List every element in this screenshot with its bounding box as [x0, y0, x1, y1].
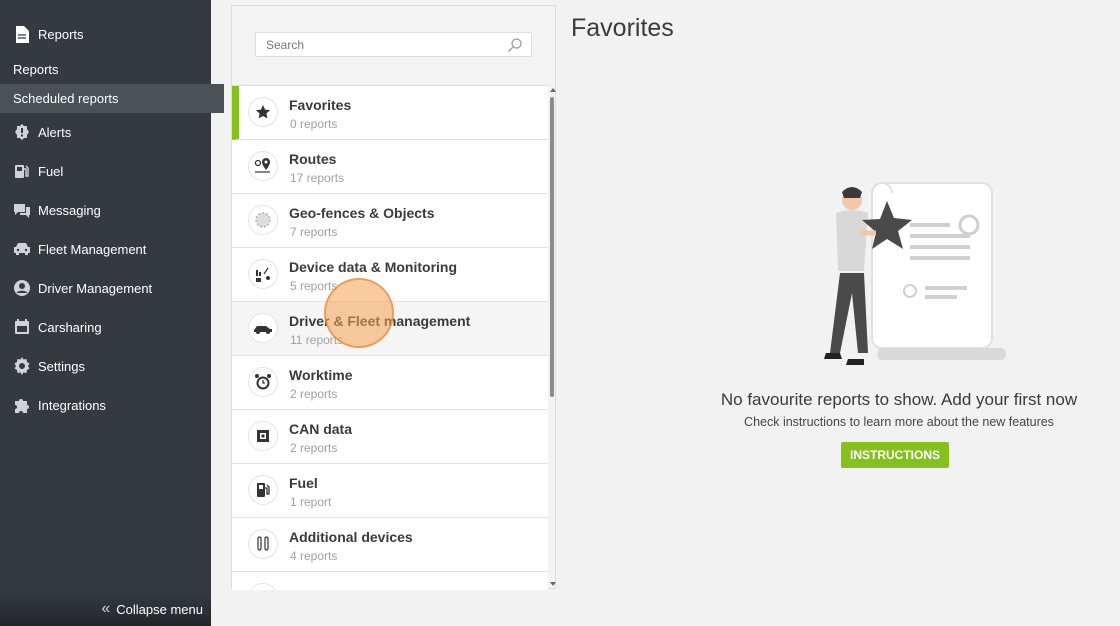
category-row-device-data[interactable]: Device data & Monitoring 5 reports [232, 248, 548, 302]
category-row-can-data[interactable]: CAN data 2 reports [232, 410, 548, 464]
sidebar-item-label: Carsharing [38, 319, 102, 335]
category-title: CAN data [289, 421, 353, 437]
sidebar-item-label: Messaging [38, 202, 101, 218]
car-icon [13, 240, 31, 258]
empty-state-subtitle: Check instructions to learn more about t… [744, 415, 1054, 429]
category-row-worktime[interactable]: Worktime 2 reports [232, 356, 548, 410]
category-count: 1 report [290, 495, 332, 509]
category-count: 7 reports [290, 225, 338, 239]
category-row-additional-devices[interactable]: Additional devices 4 reports [232, 518, 548, 572]
category-count: 0 reports [290, 117, 338, 131]
messaging-icon [13, 201, 31, 219]
search-box [255, 32, 532, 57]
sidebar-item-alerts[interactable]: Alerts [0, 117, 211, 147]
sidebar-item-messaging[interactable]: Messaging [0, 195, 211, 225]
category-title: Routes [289, 151, 337, 167]
sidebar-item-driver-management[interactable]: Driver Management [0, 273, 211, 303]
star-icon [248, 97, 278, 127]
puzzle-icon [13, 396, 31, 414]
user-icon [13, 279, 31, 297]
category-list: Favorites 0 reports Routes 17 reports Ge… [232, 85, 549, 590]
map-pin-icon [248, 151, 278, 181]
collapse-menu-label: Collapse menu [116, 601, 203, 617]
sidebar-item-carsharing[interactable]: Carsharing [0, 312, 211, 342]
double-chevron-left-icon: « [101, 600, 111, 617]
clock-icon [248, 367, 278, 397]
sidebar-subitem-scheduled-reports[interactable]: Scheduled reports [0, 84, 224, 113]
category-icon [248, 583, 278, 590]
category-count: 4 reports [290, 549, 338, 563]
grid-icon[interactable] [14, 0, 30, 4]
category-title: Worktime [289, 367, 353, 383]
calendar-icon [13, 318, 31, 336]
sidebar-item-label: Fuel [38, 163, 64, 179]
geofence-icon [248, 205, 278, 235]
sidebar-subitem-label: Reports [13, 61, 59, 77]
search-icon[interactable] [507, 37, 523, 53]
category-title: Fuel [289, 475, 318, 491]
category-count: 2 reports [290, 441, 338, 455]
scroll-down-icon[interactable] [549, 581, 557, 587]
empty-favorites-illustration [824, 182, 1006, 365]
fleet-car-icon [248, 313, 278, 343]
sidebar-item-label: Driver Management [38, 280, 153, 296]
sidebar-item-reports[interactable]: Reports [0, 19, 211, 49]
report-categories-panel: Favorites 0 reports Routes 17 reports Ge… [231, 5, 557, 590]
page-title: Favorites [571, 14, 674, 42]
collapse-menu-button[interactable]: « Collapse menu [0, 592, 211, 626]
sidebar-item-label: Settings [38, 358, 85, 374]
gear-icon [13, 357, 31, 375]
sidebar: Reports Reports Scheduled reports Alerts… [0, 0, 224, 626]
fuel-pump-icon [248, 475, 278, 505]
scroll-up-icon[interactable] [549, 87, 557, 93]
category-row-partial[interactable] [232, 572, 548, 590]
sidebar-item-fuel[interactable]: Fuel [0, 156, 211, 186]
sidebar-item-fleet-management[interactable]: Fleet Management [0, 234, 211, 264]
category-row-geofences[interactable]: Geo-fences & Objects 7 reports [232, 194, 548, 248]
sidebar-subitem-reports[interactable]: Reports [0, 54, 224, 84]
category-count: 2 reports [290, 387, 338, 401]
document-icon [13, 25, 31, 43]
list-scrollbar[interactable] [549, 85, 557, 589]
sidebar-subitem-label: Scheduled reports [13, 91, 119, 106]
empty-state-title: No favourite reports to show. Add your f… [720, 390, 1078, 409]
category-row-favorites[interactable]: Favorites 0 reports [232, 86, 548, 140]
category-title: Device data & Monitoring [289, 259, 458, 275]
device-icon [248, 259, 278, 289]
category-count: 17 reports [290, 171, 345, 185]
search-input[interactable] [264, 33, 507, 56]
sidebar-item-label: Reports [38, 26, 84, 42]
scrollbar-thumb[interactable] [550, 97, 554, 397]
category-title: Additional devices [289, 529, 413, 545]
sidebar-item-integrations[interactable]: Integrations [0, 390, 211, 420]
instructions-button[interactable]: INSTRUCTIONS [841, 442, 949, 468]
category-row-routes[interactable]: Routes 17 reports [232, 140, 548, 194]
sidebar-item-settings[interactable]: Settings [0, 351, 211, 381]
category-title: Favorites [289, 97, 352, 113]
category-title: Geo-fences & Objects [289, 205, 435, 221]
chip-icon [248, 421, 278, 451]
sensor-icon [248, 529, 278, 559]
sidebar-item-label: Fleet Management [38, 241, 147, 257]
sidebar-item-label: Integrations [38, 397, 106, 413]
click-indicator [324, 278, 394, 348]
sidebar-item-label: Alerts [38, 124, 72, 140]
fuel-icon [13, 162, 31, 180]
category-row-fuel[interactable]: Fuel 1 report [232, 464, 548, 518]
alert-icon [13, 123, 31, 141]
